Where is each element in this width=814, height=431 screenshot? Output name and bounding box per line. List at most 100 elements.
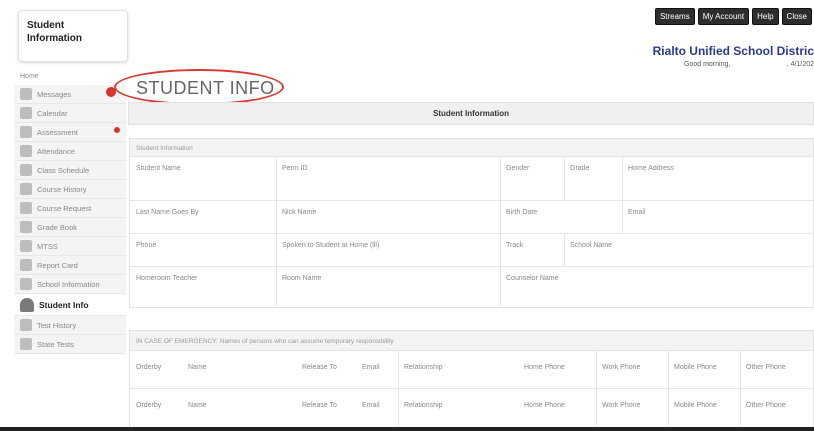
phone-label: Phone: [136, 242, 157, 249]
greeting-text: Good morning,: [684, 61, 731, 68]
sidebar-item-report-card[interactable]: Report Card: [14, 256, 126, 275]
district-name: Rialto Unified School Distric: [652, 44, 814, 58]
sidebar-item-course-request[interactable]: Course Request: [14, 199, 126, 218]
sidebar-item-label: Class Schedule: [37, 165, 90, 175]
counselor-name-label: Counselor Name: [506, 275, 559, 282]
orderby-cell: Orderby: [136, 364, 162, 371]
test-icon: [20, 338, 32, 350]
table-row: Orderby Name Release To Email Relationsh…: [130, 389, 813, 427]
sidebar-item-label: Report Card: [37, 260, 78, 270]
sidebar-item-state-tests[interactable]: State Tests: [14, 335, 126, 354]
gender-label: Gender: [506, 165, 530, 172]
name-cell: Name: [188, 364, 207, 371]
email-cell: Email: [362, 364, 380, 371]
table-row: Student Name Perm ID Gender Grade Home A…: [130, 157, 813, 201]
top-buttons: Streams My Account Help Close: [654, 8, 812, 25]
brand-line-2: Information: [27, 33, 82, 44]
my-account-button[interactable]: My Account: [697, 8, 750, 25]
orderby-cell: Orderby: [136, 402, 162, 409]
grade-label: Grade: [570, 165, 590, 172]
home-phone-cell: Home Phone: [524, 402, 565, 409]
brand-line-1: Student: [27, 20, 65, 31]
relationship-cell: Relationship: [404, 364, 443, 371]
mobile-phone-cell: Mobile Phone: [674, 364, 717, 371]
streams-button[interactable]: Streams: [654, 8, 695, 25]
work-phone-cell: Work Phone: [602, 364, 641, 371]
other-phone-cell: Other Phone: [746, 364, 786, 371]
grade-a-icon: [20, 259, 32, 271]
triangle-icon: [20, 240, 32, 252]
sidebar-item-label: Course History: [37, 184, 87, 194]
name-cell: Name: [188, 402, 207, 409]
emergency-contacts-table: IN CASE OF EMERGENCY: Names of persons w…: [129, 330, 814, 428]
app-brand: Student Information: [18, 10, 128, 62]
sidebar-item-label: State Tests: [37, 339, 74, 349]
sidebar-item-school-information[interactable]: School Information: [14, 275, 126, 294]
close-button[interactable]: Close: [781, 8, 812, 25]
sidebar-item-label: Test History: [37, 320, 77, 330]
student-info-table: Student Information Student Name Perm ID…: [129, 138, 814, 308]
mobile-phone-cell: Mobile Phone: [674, 402, 717, 409]
help-button[interactable]: Help: [752, 8, 779, 25]
table-row: Last Name Goes By Nick Name Birth Date E…: [130, 201, 813, 234]
other-phone-cell: Other Phone: [746, 402, 786, 409]
sidebar-item-course-history[interactable]: Course History: [14, 180, 126, 199]
homeroom-teacher-label: Homeroom Teacher: [136, 275, 198, 282]
calendar-icon: [20, 107, 32, 119]
student-name-label: Student Name: [136, 165, 181, 172]
table-header: Student Information: [130, 139, 813, 157]
home-phone-cell: Home Phone: [524, 364, 565, 371]
sidebar-home[interactable]: Home: [14, 70, 126, 85]
sidebar-item-calendar[interactable]: Calendar: [14, 104, 126, 123]
person-icon: [20, 297, 34, 312]
sidebar-item-label: Student Info: [39, 299, 89, 310]
sidebar-item-student-info[interactable]: Student Info: [14, 294, 126, 316]
table-row: Orderby Name Release To Email Relationsh…: [130, 351, 813, 389]
books-icon: [20, 183, 32, 195]
track-label: Track: [506, 242, 524, 249]
sidebar-item-mtss[interactable]: MTSS: [14, 237, 126, 256]
gradebook-icon: [20, 221, 32, 233]
sidebar-item-assessment[interactable]: Assessment: [14, 123, 126, 142]
spoken-language-label: Spoken to Student at Home (lll): [282, 242, 380, 249]
sidebar-item-label: Messages: [37, 89, 72, 99]
bottom-bar: [0, 427, 814, 431]
table-row: Homeroom Teacher Room Name Counselor Nam…: [130, 267, 813, 307]
emergency-header: IN CASE OF EMERGENCY: Names of persons w…: [130, 331, 813, 351]
request-icon: [20, 202, 32, 214]
chart-icon: [20, 126, 32, 138]
sidebar-item-label: Calendar: [37, 108, 68, 118]
sidebar-item-attendance[interactable]: Attendance: [14, 142, 126, 161]
sidebar-item-grade-book[interactable]: Grade Book: [14, 218, 126, 237]
date-text: , 4/1/202: [786, 61, 814, 68]
sidebar-item-label: Grade Book: [37, 222, 78, 232]
sidebar-item-test-history[interactable]: Test History: [14, 316, 126, 335]
sidebar-item-label: School Information: [37, 279, 100, 289]
envelope-icon: [20, 88, 32, 100]
release-to-cell: Release To: [302, 364, 337, 371]
sidebar-item-label: Attendance: [37, 146, 75, 156]
sidebar-item-messages[interactable]: Messages: [14, 85, 126, 104]
school-name-label: School Name: [570, 242, 613, 249]
highlight-oval: [114, 69, 284, 105]
sidebar: Home Messages Calendar Assessment Attend…: [14, 70, 126, 390]
perm-id-label: Perm ID: [282, 165, 308, 172]
section-title-bar: Student Information: [128, 102, 814, 125]
checkmark-icon: [20, 145, 32, 157]
nick-name-label: Nick Name: [282, 209, 317, 216]
last-name-goes-by-label: Last Name Goes By: [136, 209, 199, 216]
school-icon: [20, 278, 32, 290]
work-phone-cell: Work Phone: [602, 402, 641, 409]
birth-date-label: Birth Date: [506, 209, 538, 216]
sidebar-item-label: Course Request: [37, 203, 92, 213]
email-label: Email: [628, 209, 646, 216]
home-address-label: Home Address: [628, 165, 674, 172]
email-cell: Email: [362, 402, 380, 409]
table-row: Phone Spoken to Student at Home (lll) Tr…: [130, 234, 813, 267]
room-name-label: Room Name: [282, 275, 322, 282]
alert-badge: [114, 127, 120, 133]
test-history-icon: [20, 319, 32, 331]
schedule-icon: [20, 164, 32, 176]
sidebar-item-class-schedule[interactable]: Class Schedule: [14, 161, 126, 180]
release-to-cell: Release To: [302, 402, 337, 409]
